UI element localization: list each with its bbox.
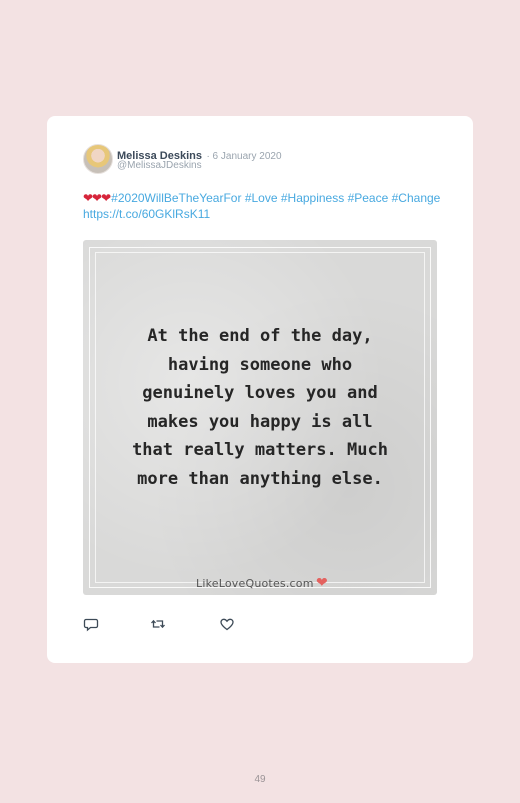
heart-icon: ❤ bbox=[316, 574, 328, 590]
tweet-url-link[interactable]: https://t.co/60GKlRsK11 bbox=[83, 207, 210, 221]
quote-line: more than anything else. bbox=[137, 468, 383, 489]
quote-line: At the end of the day, bbox=[147, 326, 373, 346]
hashtag-link[interactable]: #Happiness bbox=[281, 191, 344, 205]
hashtag-link[interactable]: #Peace bbox=[348, 191, 389, 205]
quote-line: makes you happy is all bbox=[147, 411, 373, 432]
watermark-text: LikeLoveQuotes.com bbox=[196, 577, 314, 590]
avatar[interactable] bbox=[83, 144, 113, 174]
hashtag-link[interactable]: #Change bbox=[392, 191, 441, 205]
author-handle[interactable]: @MelissaJDeskins bbox=[117, 160, 202, 171]
tweet-card: Melissa Deskins · 6 January 2020 @Meliss… bbox=[47, 116, 473, 663]
tweet-header: Melissa Deskins · 6 January 2020 @Meliss… bbox=[83, 144, 443, 176]
quote-image[interactable]: At the end of the day, having someone wh… bbox=[83, 240, 437, 595]
page-number: 49 bbox=[254, 774, 266, 785]
quote-line: that really matters. Much bbox=[132, 440, 388, 461]
hashtag-link[interactable]: #Love bbox=[245, 191, 278, 205]
like-icon[interactable] bbox=[219, 616, 237, 634]
quote-text: At the end of the day, having someone wh… bbox=[103, 322, 417, 494]
hearts-emoji: ❤❤❤ bbox=[83, 191, 111, 205]
quote-line: having someone who bbox=[167, 354, 353, 375]
hashtag-link[interactable]: #2020WillBeTheYearFor bbox=[111, 191, 241, 205]
tweet-date[interactable]: · 6 January 2020 bbox=[206, 151, 281, 162]
retweet-icon[interactable] bbox=[150, 616, 168, 634]
tweet-actions bbox=[83, 616, 283, 636]
tweet-text: ❤❤❤#2020WillBeTheYearFor #Love #Happines… bbox=[83, 190, 443, 222]
reply-icon[interactable] bbox=[83, 616, 101, 634]
quote-line: genuinely loves you and bbox=[142, 383, 378, 404]
